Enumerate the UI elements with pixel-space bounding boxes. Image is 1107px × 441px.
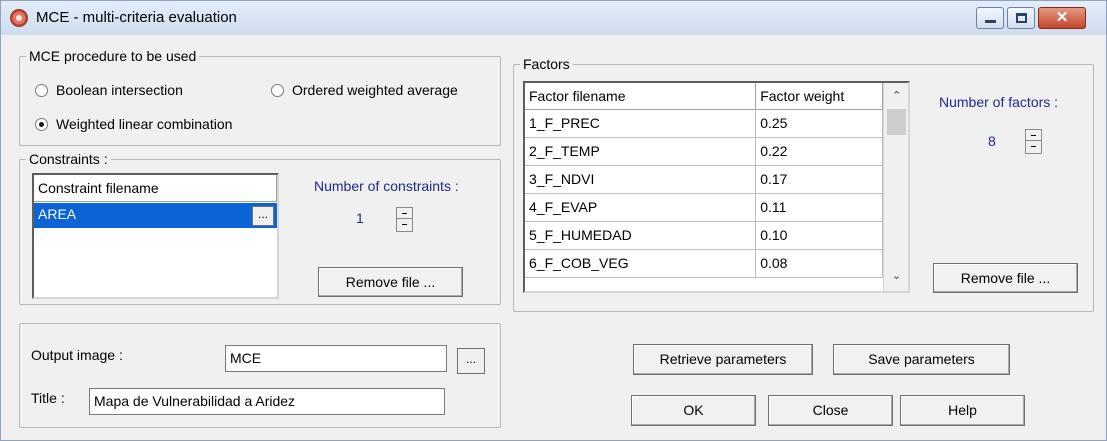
radio-indicator-selected: [35, 117, 48, 131]
factor-filename-cell[interactable]: 1_F_PREC: [525, 109, 757, 138]
output-browse-button[interactable]: ...: [457, 348, 485, 374]
radio-indicator: [271, 83, 284, 97]
factor-weight-cell[interactable]: 0.22: [755, 137, 883, 166]
stepper-up-icon[interactable]: [1026, 130, 1041, 141]
table-row[interactable]: 2_F_TEMP 0.22: [525, 137, 883, 166]
radio-weighted-linear-combination[interactable]: Weighted linear combination: [35, 116, 232, 132]
radio-boolean-intersection[interactable]: Boolean intersection: [35, 82, 183, 98]
radio-label: Boolean intersection: [56, 82, 183, 98]
factor-weight-cell[interactable]: 0.17: [755, 165, 883, 194]
remove-factor-button[interactable]: Remove file ...: [933, 263, 1078, 293]
output-title-label: Title :: [31, 390, 65, 406]
constraint-browse-button[interactable]: ...: [252, 206, 274, 226]
ok-button[interactable]: OK: [631, 395, 756, 426]
factor-weight-cell[interactable]: 0.11: [755, 193, 883, 222]
table-row[interactable]: 6_F_COB_VEG 0.08: [525, 249, 883, 278]
maximize-icon: [1016, 13, 1027, 23]
close-button[interactable]: Close: [768, 395, 893, 426]
table-row[interactable]: 3_F_NDVI 0.17: [525, 165, 883, 194]
factor-filename-cell[interactable]: 6_F_COB_VEG: [525, 249, 757, 278]
close-icon: ✕: [1055, 9, 1069, 26]
help-button[interactable]: Help: [900, 395, 1025, 426]
output-image-field[interactable]: MCE: [225, 345, 447, 372]
constraint-filename-header: Constraint filename: [34, 175, 277, 202]
title-bar: MCE - multi-criteria evaluation ✕: [1, 1, 1106, 35]
constraint-filename: AREA: [38, 206, 77, 222]
stepper-down-icon[interactable]: [397, 220, 412, 231]
factors-scrollbar[interactable]: ⌃ ⌄: [883, 83, 908, 291]
factors-count-stepper[interactable]: [1025, 129, 1042, 154]
output-title-field[interactable]: Mapa de Vulnerabilidad a Aridez: [89, 388, 445, 415]
maximize-button[interactable]: [1007, 7, 1035, 29]
window-title: MCE - multi-criteria evaluation: [36, 9, 237, 26]
procedure-group-label: MCE procedure to be used: [29, 48, 197, 64]
factor-weight-cell[interactable]: 0.10: [755, 221, 883, 250]
output-image-label: Output image :: [31, 347, 123, 363]
close-window-button[interactable]: ✕: [1038, 7, 1086, 29]
table-row[interactable]: 1_F_PREC 0.25: [525, 109, 883, 138]
factor-filename-cell[interactable]: 3_F_NDVI: [525, 165, 757, 194]
minimize-button[interactable]: [976, 7, 1004, 29]
save-parameters-button[interactable]: Save parameters: [833, 344, 1010, 375]
factor-filename-cell[interactable]: 5_F_HUMEDAD: [525, 221, 757, 250]
factor-filename-header: Factor filename: [525, 83, 757, 110]
constraint-list[interactable]: Constraint filename AREA ...: [32, 173, 279, 299]
constraints-group-label: Constraints :: [29, 151, 108, 167]
constraint-row-selected[interactable]: AREA: [34, 203, 277, 228]
radio-label: Ordered weighted average: [292, 82, 458, 98]
stepper-down-icon[interactable]: [1026, 142, 1041, 153]
minimize-icon: [985, 20, 996, 23]
factor-filename-cell[interactable]: 2_F_TEMP: [525, 137, 757, 166]
table-row[interactable]: 4_F_EVAP 0.11: [525, 193, 883, 222]
scrollbar-thumb[interactable]: [887, 109, 906, 135]
radio-indicator: [35, 83, 48, 97]
factors-grid[interactable]: Factor filename Factor weight 1_F_PREC 0.…: [523, 81, 910, 293]
radio-label: Weighted linear combination: [56, 116, 233, 132]
factors-header-row: Factor filename Factor weight: [525, 83, 883, 110]
chevron-up-icon[interactable]: ⌃: [884, 89, 909, 102]
remove-constraint-button[interactable]: Remove file ...: [318, 267, 463, 297]
constraints-count-label: Number of constraints :: [314, 178, 459, 194]
mce-dialog: MCE - multi-criteria evaluation ✕ MCE pr…: [0, 0, 1107, 441]
constraints-count-value: 1: [356, 210, 364, 226]
radio-ordered-weighted-average[interactable]: Ordered weighted average: [271, 82, 458, 98]
stepper-up-icon[interactable]: [397, 208, 412, 219]
factor-weight-header: Factor weight: [755, 83, 883, 110]
chevron-down-icon[interactable]: ⌄: [884, 269, 909, 282]
factor-weight-cell[interactable]: 0.25: [755, 109, 883, 138]
table-row[interactable]: 5_F_HUMEDAD 0.10: [525, 221, 883, 250]
factors-count-value: 8: [988, 133, 996, 149]
factor-filename-cell[interactable]: 4_F_EVAP: [525, 193, 757, 222]
app-icon: [10, 9, 28, 27]
factors-group-label: Factors: [523, 56, 570, 72]
factor-weight-cell[interactable]: 0.08: [755, 249, 883, 278]
factors-count-label: Number of factors :: [939, 94, 1059, 110]
retrieve-parameters-button[interactable]: Retrieve parameters: [633, 344, 813, 375]
constraints-count-stepper[interactable]: [396, 207, 413, 232]
factors-table: Factor filename Factor weight 1_F_PREC 0.…: [525, 83, 883, 278]
